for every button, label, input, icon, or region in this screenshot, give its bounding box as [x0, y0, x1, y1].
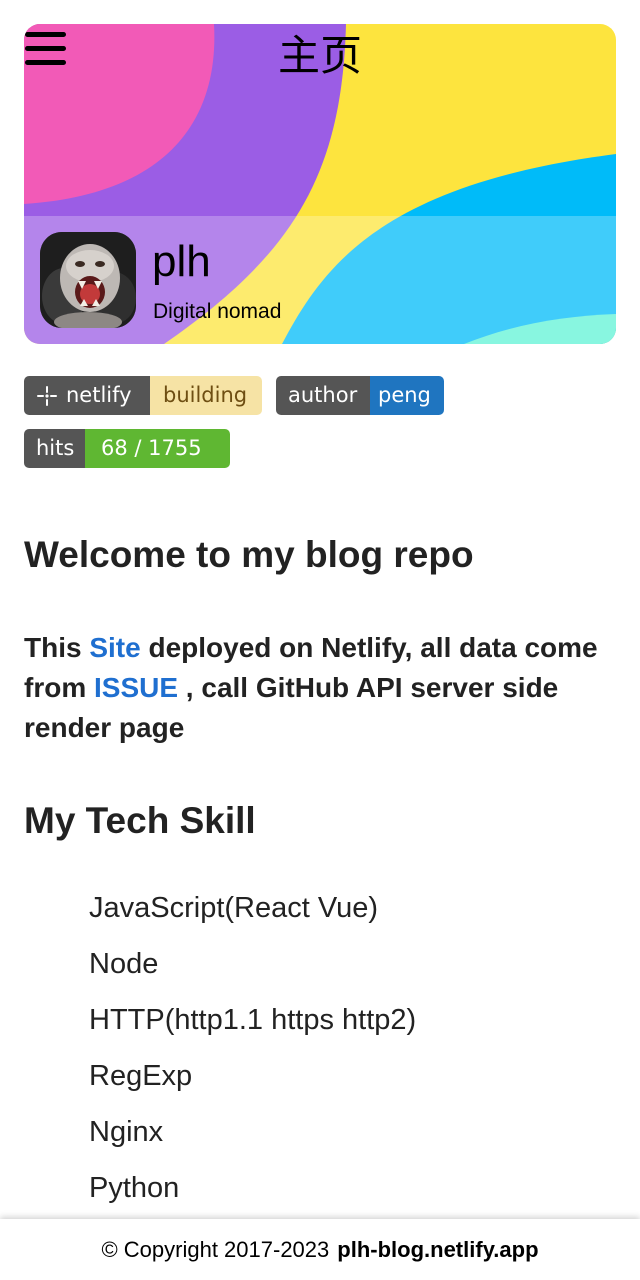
site-link[interactable]: Site — [89, 632, 140, 663]
list-item: Node — [89, 948, 159, 980]
profile-name: plh — [152, 237, 211, 286]
intro-paragraph: This Site deployed on Netlify, all data … — [24, 628, 624, 748]
intro-text-1: This — [24, 632, 90, 663]
copyright-text: © Copyright 2017-2023 — [101, 1236, 330, 1262]
footer: © Copyright 2017-2023 plh-blog.netlify.a… — [0, 1219, 640, 1280]
page: 主页 plh Digital nomad netlify building au… — [0, 0, 640, 1280]
author-badge-label: author — [276, 376, 370, 415]
profile-header-card: 主页 plh Digital nomad — [24, 24, 616, 344]
author-badge[interactable]: author peng — [276, 376, 444, 415]
gorilla-avatar-image — [40, 232, 136, 328]
skills-list: JavaScript(React Vue) Node HTTP(http1.1 … — [89, 880, 416, 1216]
footer-site-link[interactable]: plh-blog.netlify.app — [337, 1237, 538, 1263]
author-badge-value: peng — [370, 376, 444, 415]
page-title: 主页 — [277, 31, 362, 80]
profile-bio: Digital nomad — [153, 300, 282, 323]
list-item: Nginx — [89, 1116, 164, 1148]
welcome-heading: Welcome to my blog repo — [24, 534, 474, 575]
hits-badge[interactable]: hits 68 / 1755 — [24, 429, 230, 468]
skills-heading: My Tech Skill — [24, 800, 256, 841]
list-item: RegExp — [89, 1060, 193, 1092]
hits-badge-value: 68 / 1755 — [85, 429, 230, 468]
list-item: JavaScript(React Vue) — [89, 892, 379, 924]
hits-badge-label: hits — [24, 429, 85, 468]
avatar[interactable] — [40, 232, 136, 328]
netlify-badge-text: netlify — [66, 383, 132, 407]
netlify-icon — [37, 385, 57, 406]
netlify-status-badge[interactable]: netlify building — [24, 376, 262, 415]
issue-link[interactable]: ISSUE — [94, 672, 178, 703]
list-item: Python — [89, 1172, 180, 1204]
list-item: HTTP(http1.1 https http2) — [89, 1004, 417, 1036]
netlify-badge-value: building — [150, 376, 262, 415]
netlify-badge-label: netlify — [24, 376, 150, 415]
